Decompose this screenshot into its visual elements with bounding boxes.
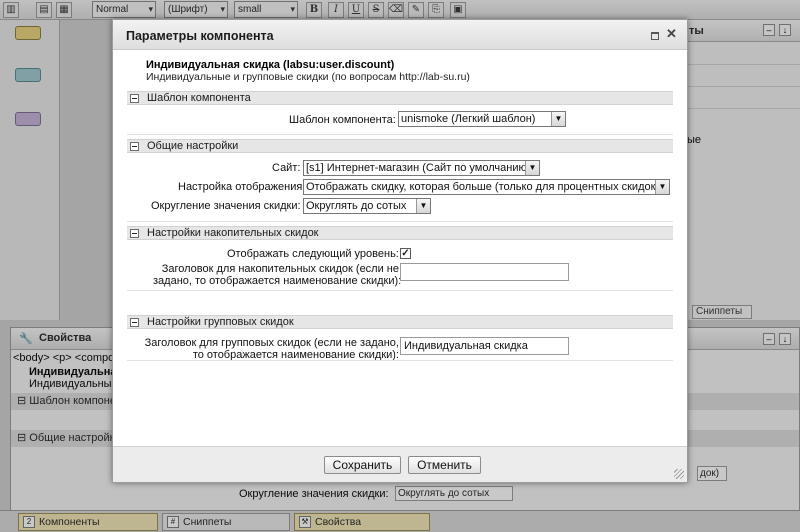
- site-label: Сайт:: [272, 162, 301, 174]
- template-select-value: unismoke (Легкий шаблон): [401, 113, 536, 125]
- resize-grip-icon[interactable]: [674, 469, 684, 479]
- label-line: Заголовок для накопительных скидок (если…: [161, 263, 399, 275]
- template-label: Шаблон компонента:: [289, 114, 396, 126]
- group-heading-input[interactable]: [400, 337, 569, 355]
- divider: [127, 221, 673, 222]
- dialog-title: Параметры компонента: [126, 29, 274, 43]
- section-group[interactable]: Настройки групповых скидок: [127, 315, 673, 329]
- divider: [127, 134, 673, 135]
- close-icon[interactable]: ✕: [666, 27, 677, 41]
- show-next-level-label: Отображать следующий уровень:: [227, 248, 399, 260]
- section-title: Настройки групповых скидок: [147, 316, 294, 328]
- cancel-button[interactable]: Отменить: [408, 456, 481, 474]
- label-line: Заголовок для групповых скидок (если не …: [144, 337, 399, 349]
- chevron-down-icon: ▼: [551, 112, 565, 126]
- site-select[interactable]: [s1] Интернет-магазин (Сайт по умолчанию…: [303, 160, 540, 176]
- collapse-icon[interactable]: [130, 94, 139, 103]
- rounding-select-value: Округлять до сотых: [306, 200, 407, 212]
- template-select[interactable]: unismoke (Легкий шаблон) ▼: [398, 111, 566, 127]
- component-name: Индивидуальная скидка (labsu:user.discou…: [146, 59, 395, 71]
- section-accumulative[interactable]: Настройки накопительных скидок: [127, 226, 673, 240]
- chevron-down-icon: ▼: [655, 180, 669, 194]
- collapse-icon[interactable]: [130, 142, 139, 151]
- collapse-icon[interactable]: [130, 229, 139, 238]
- accumulative-heading-label: Заголовок для накопительных скидок (если…: [153, 263, 402, 287]
- divider: [127, 290, 673, 291]
- section-template[interactable]: Шаблон компонента: [127, 91, 673, 105]
- display-label: Настройка отображения:: [178, 181, 306, 193]
- component-params-dialog: Параметры компонента ✕ Индивидуальная ск…: [112, 19, 688, 483]
- save-button[interactable]: Сохранить: [324, 456, 401, 474]
- divider: [127, 360, 673, 361]
- label-line: задано, то отображается наименование ски…: [153, 275, 402, 287]
- section-title: Шаблон компонента: [147, 92, 251, 104]
- collapse-icon[interactable]: [130, 318, 139, 327]
- maximize-icon[interactable]: [651, 32, 659, 40]
- rounding-label: Округление значения скидки:: [151, 200, 301, 212]
- rounding-select[interactable]: Округлять до сотых ▼: [303, 198, 431, 214]
- section-title: Общие настройки: [147, 140, 239, 152]
- group-heading-label: Заголовок для групповых скидок (если не …: [133, 337, 399, 361]
- chevron-down-icon: ▼: [416, 199, 430, 213]
- display-select-value: Отображать скидку, которая больше (тольк…: [306, 181, 660, 193]
- display-select[interactable]: Отображать скидку, которая больше (тольк…: [303, 179, 670, 195]
- dialog-titlebar[interactable]: Параметры компонента ✕: [113, 20, 687, 50]
- site-select-value: [s1] Интернет-магазин (Сайт по умолчанию…: [306, 162, 531, 174]
- dialog-body: Индивидуальная скидка (labsu:user.discou…: [113, 51, 687, 445]
- section-title: Настройки накопительных скидок: [147, 227, 319, 239]
- section-general[interactable]: Общие настройки: [127, 139, 673, 153]
- chevron-down-icon: ▼: [525, 161, 539, 175]
- show-next-level-checkbox[interactable]: ✓: [400, 248, 411, 259]
- component-description: Индивидуальные и групповые скидки (по во…: [146, 71, 470, 83]
- dialog-footer: Сохранить Отменить: [113, 446, 687, 482]
- accumulative-heading-input[interactable]: [400, 263, 569, 281]
